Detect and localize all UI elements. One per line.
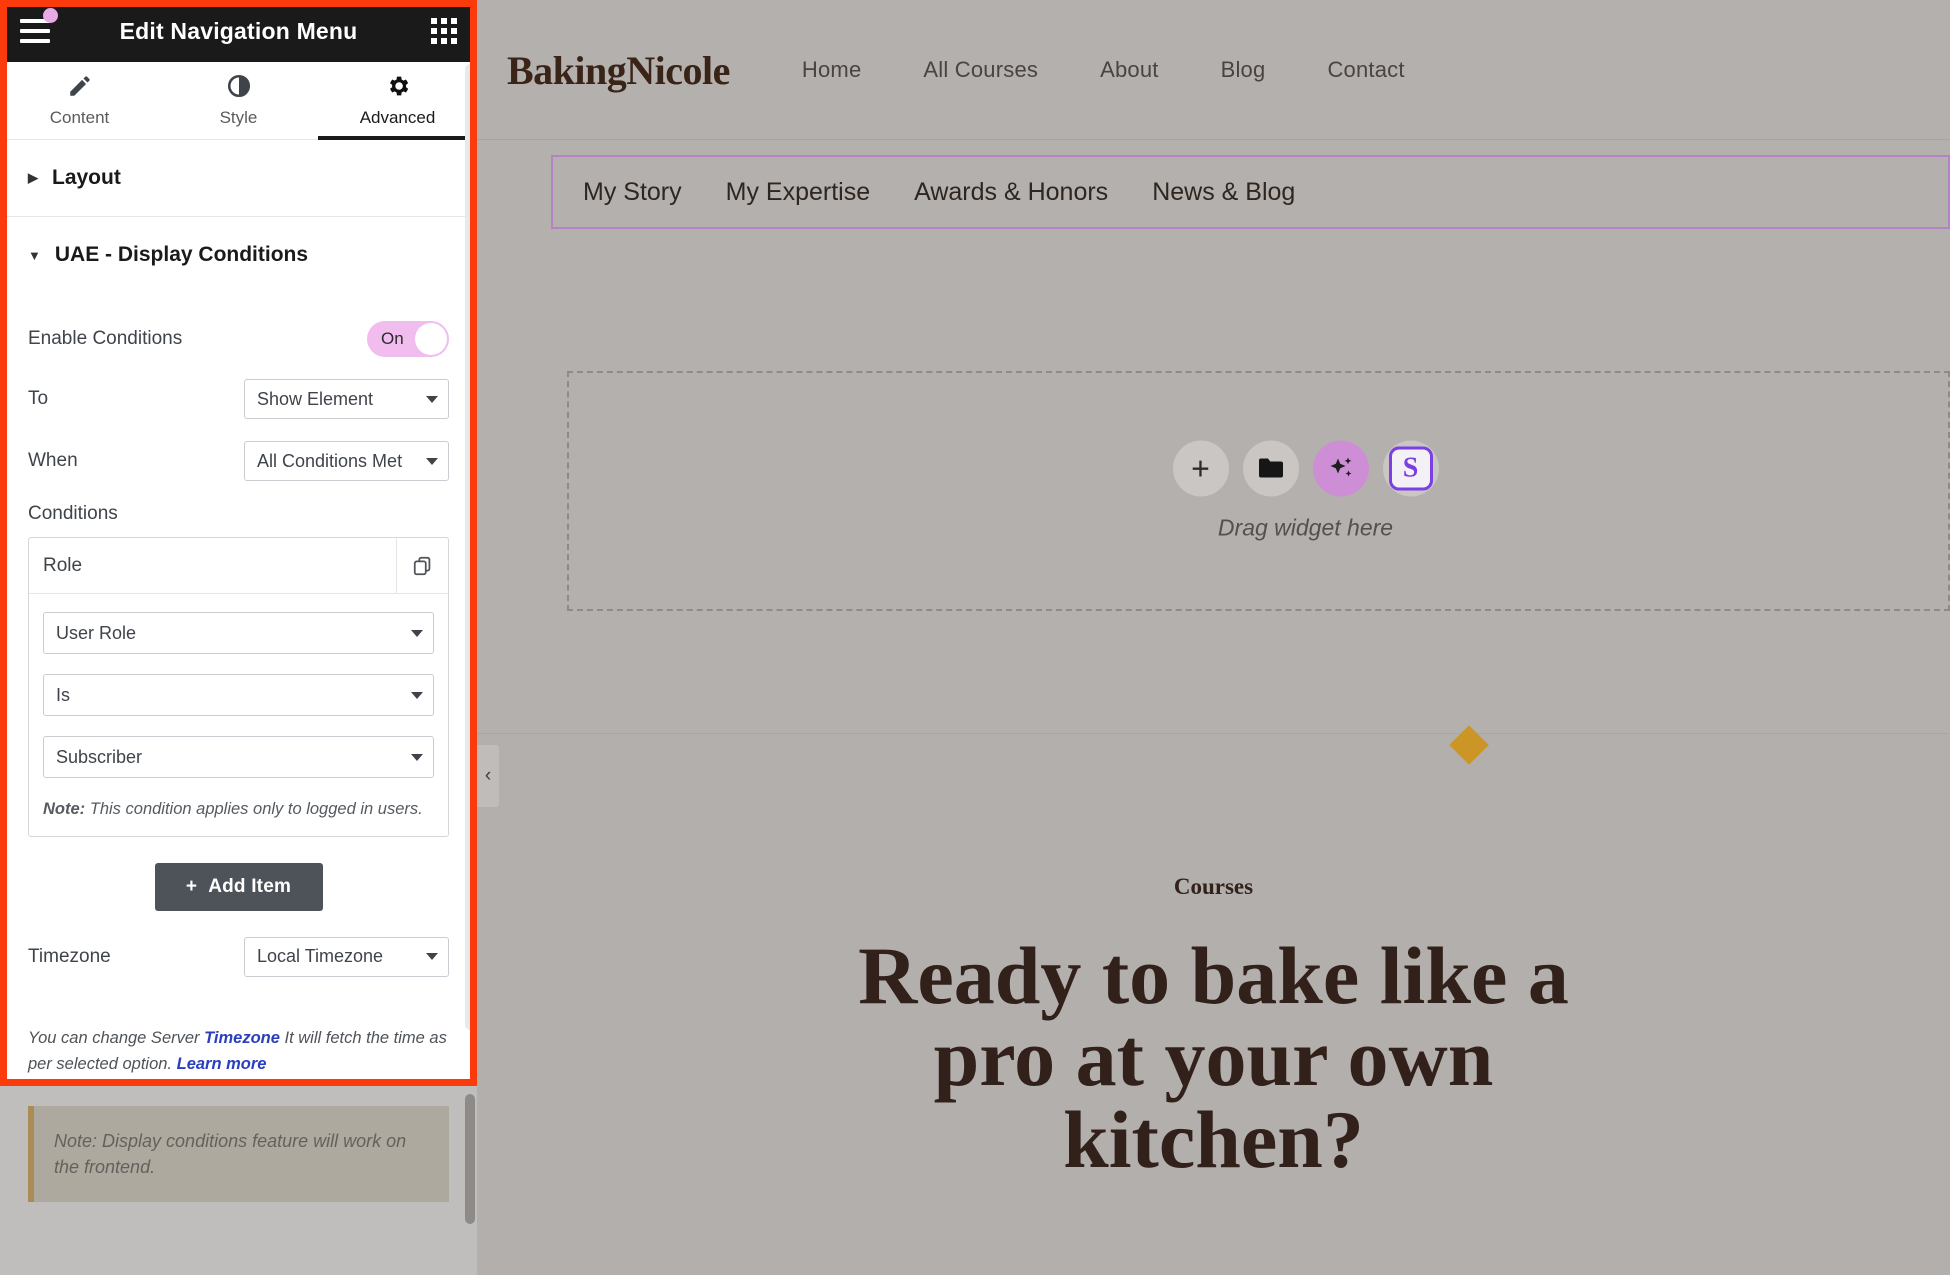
copy-icon[interactable]	[396, 538, 448, 593]
condition-type-value: User Role	[56, 622, 137, 643]
section-display-conditions[interactable]: ▼ UAE - Display Conditions	[0, 217, 477, 293]
chevron-down-icon	[426, 395, 438, 403]
chevron-down-icon	[411, 691, 423, 699]
chevron-down-icon	[426, 457, 438, 465]
when-select-value: All Conditions Met	[257, 450, 403, 471]
tab-advanced[interactable]: Advanced	[318, 62, 477, 140]
section-display-conditions-label: UAE - Display Conditions	[54, 243, 309, 266]
add-item-label: Add Item	[208, 875, 292, 897]
s-logo-letter: S	[1388, 446, 1433, 491]
plus-icon: +	[185, 875, 198, 897]
timezone-select[interactable]: Local Timezone	[244, 936, 449, 977]
chevron-down-icon	[411, 753, 423, 761]
subnav-link-awards-honors[interactable]: Awards & Honors	[914, 178, 1108, 207]
site-logo[interactable]: BakingNicole	[507, 47, 730, 94]
header-divider	[477, 139, 1950, 140]
page-title: Edit Navigation Menu	[119, 17, 358, 44]
chevron-down-icon	[411, 629, 423, 637]
conditions-repeater: Role User Role Is Subscriber Note: This …	[28, 537, 449, 837]
site-header: BakingNicole Home All Courses About Blog…	[477, 0, 1950, 140]
panel-scrollbar-thumb[interactable]	[465, 1094, 475, 1224]
nav-link-blog[interactable]: Blog	[1221, 57, 1266, 83]
navigation-menu-widget[interactable]: My Story My Expertise Awards & Honors Ne…	[551, 155, 1950, 229]
add-item-button[interactable]: + Add Item	[154, 862, 323, 911]
subnav-link-my-story[interactable]: My Story	[583, 178, 682, 207]
chevron-right-icon: ▶	[28, 170, 38, 185]
condition-role-select[interactable]: Subscriber	[43, 736, 434, 778]
add-widget-icon[interactable]: +	[1172, 440, 1229, 497]
half-circle-icon	[226, 73, 252, 99]
notification-dot	[43, 8, 58, 23]
tab-advanced-label: Advanced	[359, 108, 436, 127]
panel-tabs: Content Style Advanced	[0, 62, 477, 140]
timezone-helper-text: You can change Server Timezone It will f…	[0, 1013, 477, 1078]
frontend-note-callout: Note: Display conditions feature will wo…	[28, 1105, 449, 1202]
nav-link-all-courses[interactable]: All Courses	[923, 57, 1038, 83]
to-select[interactable]: Show Element	[244, 379, 449, 419]
to-select-value: Show Element	[257, 388, 374, 409]
toggle-knob	[415, 323, 447, 355]
chevron-down-icon: ▼	[28, 247, 41, 263]
timezone-label: Timezone	[28, 945, 111, 967]
chevron-down-icon	[426, 953, 438, 961]
condition-item-body: User Role Is Subscriber Note: This condi…	[29, 594, 448, 836]
condition-role-value: Subscriber	[56, 746, 143, 767]
condition-item-title[interactable]: Role	[29, 538, 396, 593]
toggle-state-label: On	[381, 329, 404, 348]
enable-conditions-label: Enable Conditions	[28, 328, 183, 349]
when-label: When	[28, 450, 78, 471]
hero-title: Ready to bake like a pro at your own kit…	[858, 930, 1569, 1185]
timezone-link[interactable]: Timezone	[204, 1029, 280, 1047]
widget-dropzone[interactable]: + S Drag widget here	[567, 371, 1950, 611]
s-logo-icon[interactable]: S	[1382, 440, 1439, 497]
pencil-icon	[67, 73, 93, 99]
learn-more-link[interactable]: Learn more	[177, 1055, 267, 1073]
tab-style-label: Style	[219, 108, 258, 127]
to-label: To	[28, 388, 49, 409]
hamburger-icon[interactable]	[20, 8, 58, 43]
condition-note-prefix: Note:	[43, 800, 86, 818]
hero-eyebrow: Courses	[1173, 874, 1254, 899]
tab-style[interactable]: Style	[159, 62, 318, 139]
gear-icon	[385, 73, 411, 99]
timezone-row: Timezone Local Timezone	[28, 936, 449, 977]
condition-operator-value: Is	[56, 684, 71, 705]
when-select[interactable]: All Conditions Met	[244, 441, 449, 481]
nav-link-contact[interactable]: Contact	[1327, 57, 1404, 83]
enable-conditions-toggle[interactable]: On	[367, 321, 449, 357]
apps-grid-icon[interactable]	[431, 18, 457, 44]
nav-link-about[interactable]: About	[1100, 57, 1159, 83]
section-layout[interactable]: ▶ Layout	[0, 140, 477, 217]
dropzone-action-buttons: + S	[1172, 440, 1439, 497]
condition-item-header[interactable]: Role	[29, 538, 448, 594]
folder-icon[interactable]	[1242, 440, 1299, 497]
helper-part1: You can change Server	[28, 1028, 205, 1047]
nav-link-home[interactable]: Home	[802, 57, 862, 83]
chevron-left-icon[interactable]: ‹	[477, 745, 499, 807]
tab-content[interactable]: Content	[0, 62, 159, 139]
condition-type-select[interactable]: User Role	[43, 612, 434, 654]
panel-header: Edit Navigation Menu	[0, 0, 477, 62]
panel-scrollbar[interactable]	[465, 64, 475, 1275]
condition-note: Note: This condition applies only to log…	[43, 798, 434, 822]
subnav-link-my-expertise[interactable]: My Expertise	[726, 178, 870, 207]
screen: BakingNicole Home All Courses About Blog…	[0, 0, 1950, 1275]
subnav-link-news-blog[interactable]: News & Blog	[1152, 178, 1295, 207]
condition-note-text: This condition applies only to logged in…	[85, 800, 423, 818]
section-layout-label: Layout	[52, 166, 121, 189]
site-main-nav: Home All Courses About Blog Contact	[802, 57, 1405, 83]
ai-sparkle-icon[interactable]	[1312, 440, 1369, 497]
condition-operator-select[interactable]: Is	[43, 674, 434, 716]
elementor-editor-panel: Edit Navigation Menu Content Style Advan…	[0, 0, 477, 1275]
dropzone-label: Drag widget here	[1217, 514, 1394, 541]
display-conditions-body: Enable Conditions On To Show Element Whe…	[0, 293, 477, 1013]
conditions-label: Conditions	[28, 503, 118, 524]
timezone-select-value: Local Timezone	[257, 946, 384, 967]
enable-conditions-row: Enable Conditions On	[28, 321, 449, 357]
tab-content-label: Content	[49, 108, 110, 127]
when-row: When All Conditions Met	[28, 441, 449, 481]
to-row: To Show Element	[28, 379, 449, 419]
